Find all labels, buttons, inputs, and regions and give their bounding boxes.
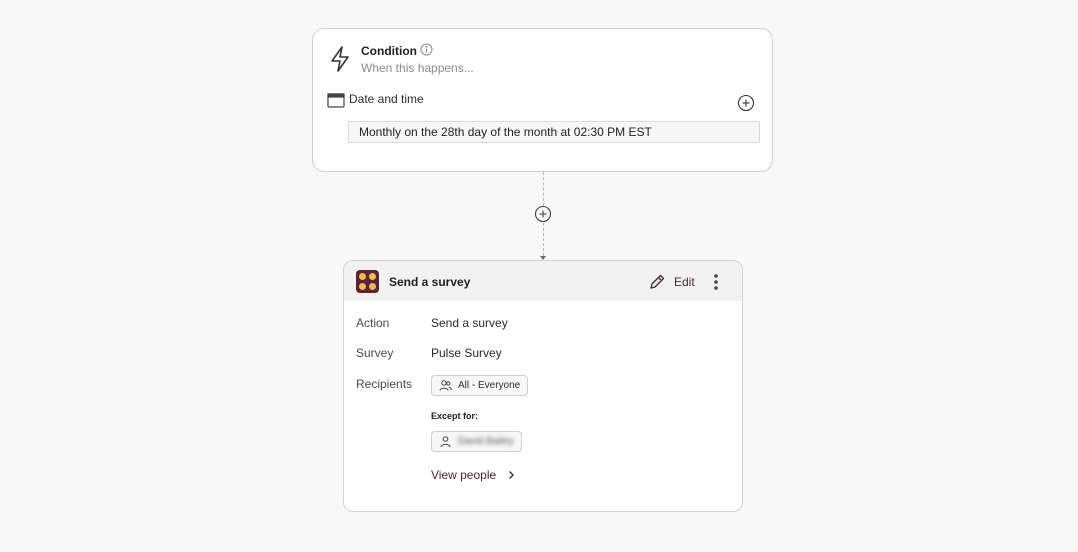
users-icon <box>439 380 452 391</box>
view-people-link[interactable]: View people <box>431 468 516 482</box>
action-card-title: Send a survey <box>389 275 471 289</box>
connector-line <box>543 223 544 256</box>
edit-button[interactable]: Edit <box>648 272 695 292</box>
chevron-right-icon <box>509 471 515 479</box>
condition-title: Condition <box>361 44 417 58</box>
survey-row-value: Pulse Survey <box>431 346 502 360</box>
edit-label: Edit <box>674 275 695 289</box>
except-label: Except for: <box>431 411 479 421</box>
action-row-label: Action <box>356 316 390 330</box>
calendar-icon <box>327 93 345 108</box>
add-condition-button[interactable] <box>737 94 755 112</box>
excluded-person-name: David Bailey <box>458 436 514 447</box>
bolt-icon <box>331 46 349 72</box>
recipients-chip-label: All - Everyone <box>458 380 521 391</box>
recipients-chip[interactable]: All - Everyone <box>431 375 529 396</box>
app-logo <box>356 270 379 293</box>
survey-row-label: Survey <box>356 346 394 360</box>
pencil-icon <box>650 274 665 289</box>
excluded-person-chip[interactable]: David Bailey <box>431 431 522 452</box>
action-row-value: Send a survey <box>431 316 508 330</box>
action-card-header: Send a survey Edit <box>344 261 742 301</box>
action-card[interactable]: Send a survey Edit Action Send a survey … <box>343 260 743 512</box>
connector-line <box>543 172 544 206</box>
add-step-button[interactable] <box>534 205 552 223</box>
condition-card[interactable]: Condition When this happens... Date and … <box>312 28 773 172</box>
condition-subtitle: When this happens... <box>361 61 474 75</box>
user-icon <box>440 436 451 448</box>
recipients-row-label: Recipients <box>356 377 413 391</box>
more-vertical-icon[interactable] <box>706 272 726 292</box>
info-icon[interactable] <box>420 43 433 56</box>
schedule-field[interactable]: Monthly on the 28th day of the month at … <box>348 121 760 143</box>
trigger-label: Date and time <box>349 92 424 106</box>
view-people-label: View people <box>431 468 497 482</box>
workflow-canvas: Condition When this happens... Date and … <box>0 0 1078 552</box>
